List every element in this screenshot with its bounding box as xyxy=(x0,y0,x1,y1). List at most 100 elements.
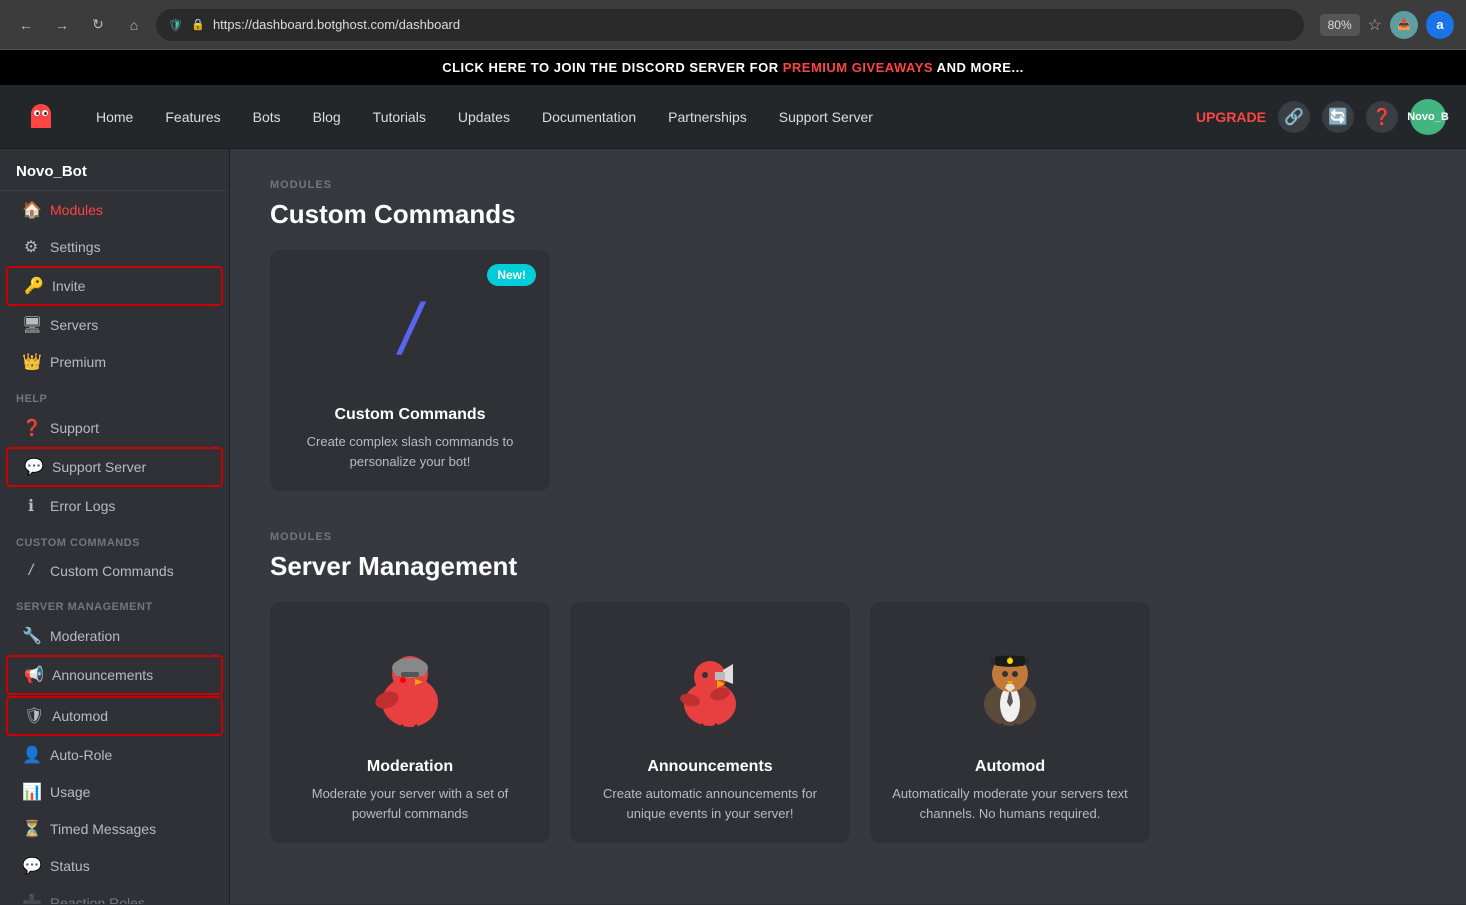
card-icon-automod xyxy=(960,622,1060,742)
sidebar-item-servers[interactable]: 🖥 Servers xyxy=(6,307,223,343)
support-icon: ❓ xyxy=(22,418,40,438)
announcement-highlight: PREMIUM GIVEAWAYS xyxy=(783,60,933,75)
sidebar-custom-commands-label: Custom Commands xyxy=(50,563,174,579)
avatar-text: Novo_B xyxy=(1407,111,1449,123)
browser-right-controls: 80% ☆ 📥 a xyxy=(1320,11,1454,39)
section-custom-commands: MODULES Custom Commands New! / Custom Co… xyxy=(270,179,1426,491)
premium-icon: 👑 xyxy=(22,352,40,372)
section-title-1: Custom Commands xyxy=(270,199,1426,230)
logo-icon xyxy=(20,96,62,138)
card-automod[interactable]: Automod Automatically moderate your serv… xyxy=(870,602,1150,843)
bot-name: Novo_Bot xyxy=(0,149,229,191)
sidebar-announcements-label: Announcements xyxy=(52,667,153,683)
sidebar-item-premium[interactable]: 👑 Premium xyxy=(6,344,223,380)
nav-support-server[interactable]: Support Server xyxy=(765,101,887,133)
servers-icon: 🖥 xyxy=(22,315,40,335)
nav-documentation[interactable]: Documentation xyxy=(528,101,650,133)
refresh-icon-button[interactable]: 🔄 xyxy=(1322,101,1354,133)
sidebar-item-timed-messages[interactable]: ⏳ Timed Messages xyxy=(6,811,223,847)
nav-bots[interactable]: Bots xyxy=(239,101,295,133)
main-content: MODULES Custom Commands New! / Custom Co… xyxy=(230,149,1466,904)
card-title-custom-commands: Custom Commands xyxy=(334,406,485,424)
reload-button[interactable]: ↻ xyxy=(84,11,112,39)
sidebar-item-invite[interactable]: 🔑 Invite xyxy=(6,266,223,306)
sidebar-item-support[interactable]: ❓ Support xyxy=(6,410,223,446)
card-desc-custom-commands: Create complex slash commands to persona… xyxy=(290,432,530,471)
nav-items: Home Features Bots Blog Tutorials Update… xyxy=(82,101,1196,133)
server-management-section-label: Server Management xyxy=(0,589,229,617)
main-layout: Novo_Bot 🏠 Modules ⚙ Settings 🔑 Invite 🖥… xyxy=(0,149,1466,904)
card-title-announcements: Announcements xyxy=(647,758,772,776)
support-server-icon: 💬 xyxy=(24,457,42,477)
card-custom-commands[interactable]: New! / Custom Commands Create complex sl… xyxy=(270,250,550,491)
nav-tutorials[interactable]: Tutorials xyxy=(359,101,440,133)
sidebar-reaction-roles-label: Reaction Roles xyxy=(50,895,145,904)
sidebar-item-status[interactable]: 💬 Status xyxy=(6,848,223,884)
auto-role-icon: 👤 xyxy=(22,745,40,765)
sidebar-item-settings[interactable]: ⚙ Settings xyxy=(6,229,223,265)
cards-row-1: New! / Custom Commands Create complex sl… xyxy=(270,250,1426,491)
sidebar-settings-label: Settings xyxy=(50,239,101,255)
zoom-level[interactable]: 80% xyxy=(1320,14,1360,36)
nav-updates[interactable]: Updates xyxy=(444,101,524,133)
card-moderation[interactable]: Moderation Moderate your server with a s… xyxy=(270,602,550,843)
card-title-moderation: Moderation xyxy=(367,758,453,776)
announcements-character xyxy=(665,632,755,732)
new-badge: New! xyxy=(487,264,536,286)
help-icon-button[interactable]: ❓ xyxy=(1366,101,1398,133)
card-desc-moderation: Moderate your server with a set of power… xyxy=(290,784,530,823)
help-section-label: Help xyxy=(0,381,229,409)
automod-character xyxy=(965,632,1055,732)
sidebar-item-error-logs[interactable]: ℹ Error Logs xyxy=(6,488,223,524)
sidebar-servers-label: Servers xyxy=(50,317,98,333)
slash-symbol: / xyxy=(400,294,420,366)
sidebar-item-moderation[interactable]: 🔧 Moderation xyxy=(6,618,223,654)
sidebar-premium-label: Premium xyxy=(50,354,106,370)
reaction-roles-icon: ➕ xyxy=(22,893,40,904)
sidebar-item-custom-commands[interactable]: / Custom Commands xyxy=(6,554,223,588)
home-icon: 🏠 xyxy=(22,200,40,220)
upgrade-button[interactable]: UPGRADE xyxy=(1196,109,1266,125)
timed-messages-icon: ⏳ xyxy=(22,819,40,839)
bookmark-icon[interactable]: ☆ xyxy=(1368,15,1382,35)
address-bar[interactable]: 🛡 🔒 https://dashboard.botghost.com/dashb… xyxy=(156,9,1304,41)
section-title-2: Server Management xyxy=(270,551,1426,582)
sidebar: Novo_Bot 🏠 Modules ⚙ Settings 🔑 Invite 🖥… xyxy=(0,149,230,904)
sidebar-item-automod[interactable]: 🛡 Automod xyxy=(6,696,223,736)
sidebar-item-reaction-roles[interactable]: ➕ Reaction Roles xyxy=(6,885,223,904)
section-server-management: MODULES Server Management xyxy=(270,531,1426,843)
announcement-bar[interactable]: CLICK HERE TO JOIN THE DISCORD SERVER FO… xyxy=(0,50,1466,85)
browser-user-button[interactable]: a xyxy=(1426,11,1454,39)
sidebar-item-auto-role[interactable]: 👤 Auto-Role xyxy=(6,737,223,773)
announcements-icon: 📢 xyxy=(24,665,42,685)
nav-partnerships[interactable]: Partnerships xyxy=(654,101,761,133)
home-button[interactable]: ⌂ xyxy=(120,11,148,39)
shield-icon: 🛡 xyxy=(168,18,183,32)
card-announcements[interactable]: Announcements Create automatic announcem… xyxy=(570,602,850,843)
sidebar-usage-label: Usage xyxy=(50,784,90,800)
nav-features[interactable]: Features xyxy=(151,101,234,133)
sidebar-item-modules[interactable]: 🏠 Modules xyxy=(6,192,223,228)
sidebar-item-announcements[interactable]: 📢 Announcements xyxy=(6,655,223,695)
main-nav: Home Features Bots Blog Tutorials Update… xyxy=(0,85,1466,149)
announcement-text-after: AND MORE... xyxy=(933,60,1024,75)
user-avatar[interactable]: Novo_B xyxy=(1410,99,1446,135)
pocket-icon[interactable]: 📥 xyxy=(1390,11,1418,39)
sidebar-auto-role-label: Auto-Role xyxy=(50,747,112,763)
sidebar-moderation-label: Moderation xyxy=(50,628,120,644)
nav-home[interactable]: Home xyxy=(82,101,147,133)
nav-logo[interactable] xyxy=(20,96,62,138)
card-icon-moderation xyxy=(360,622,460,742)
card-icon-announcements xyxy=(660,622,760,742)
forward-button[interactable]: → xyxy=(48,11,76,39)
nav-blog[interactable]: Blog xyxy=(299,101,355,133)
sidebar-item-support-server[interactable]: 💬 Support Server xyxy=(6,447,223,487)
link-icon-button[interactable]: 🔗 xyxy=(1278,101,1310,133)
card-title-automod: Automod xyxy=(975,758,1045,776)
sidebar-modules-label: Modules xyxy=(50,202,103,218)
back-button[interactable]: ← xyxy=(12,11,40,39)
announcement-text-before: CLICK HERE TO JOIN THE DISCORD SERVER FO… xyxy=(442,60,783,75)
sidebar-item-usage[interactable]: 📊 Usage xyxy=(6,774,223,810)
usage-icon: 📊 xyxy=(22,782,40,802)
status-icon: 💬 xyxy=(22,856,40,876)
